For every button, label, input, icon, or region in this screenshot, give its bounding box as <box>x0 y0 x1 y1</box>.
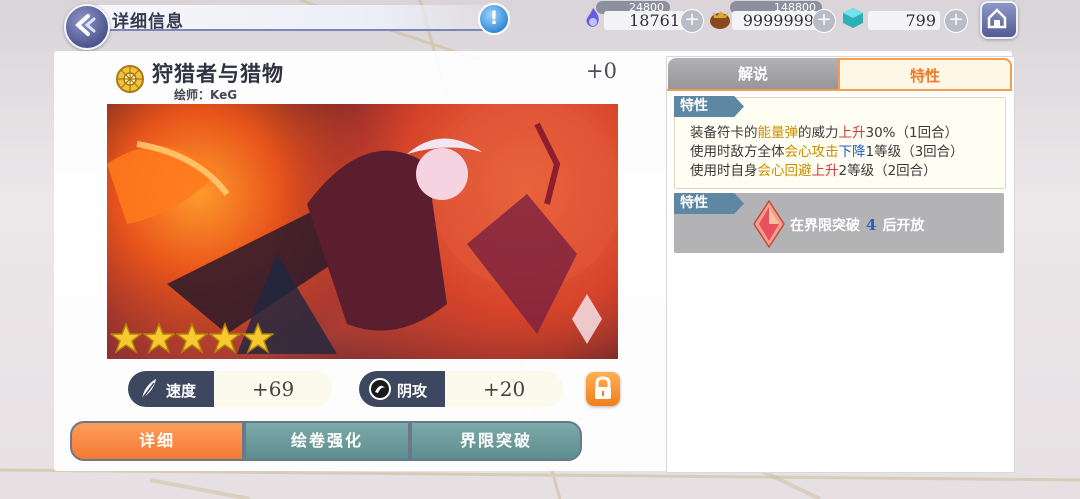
card-artwork <box>107 104 618 359</box>
spell-card-emblem-icon <box>116 65 144 93</box>
gem-cube-icon <box>843 8 863 28</box>
stat-yin-attack-value: +20 <box>483 377 526 401</box>
home-icon <box>987 8 1007 29</box>
money-value: 9999999 <box>732 11 818 30</box>
trait-tag: 特性 <box>674 96 744 117</box>
card-level: +0 <box>586 59 617 83</box>
locked-trait-text: 在界限突破 4 后开放 <box>790 216 925 234</box>
lock-icon <box>595 376 611 399</box>
trait-line-1: 装备符卡的能量弹的威力上升30%（1回合） <box>690 125 959 141</box>
star-icon <box>143 322 175 354</box>
home-button[interactable] <box>980 1 1018 39</box>
trait-description: 装备符卡的能量弹的威力上升30%（1回合） 使用时敌方全体会心攻击下降1等级（3… <box>690 124 964 181</box>
top-bar: 详细信息 ! 24800 18761 + 148800 9999999 + 79… <box>0 0 1080 50</box>
trait-line-2: 使用时敌方全体会心攻击下降1等级（3回合） <box>690 144 964 160</box>
card-tab-bar: 详细 绘卷强化 界限突破 <box>70 421 582 461</box>
stat-yin-attack-label: 阴攻 <box>397 382 428 400</box>
card-artist: 绘师：KeG <box>174 88 238 102</box>
star-icon <box>242 322 274 354</box>
add-stamina-button[interactable]: + <box>680 9 704 33</box>
card-name: 狩猎者与猎物 <box>152 62 284 86</box>
back-arrow-icon <box>75 14 96 36</box>
yin-attack-icon <box>369 378 391 400</box>
locked-trait-tag: 特性 <box>674 193 744 214</box>
breakthrough-crystal-icon <box>753 199 785 249</box>
stat-speed-value: +69 <box>252 377 295 401</box>
title-bar: 详细信息 <box>96 5 501 32</box>
tab-description[interactable]: 解说 <box>668 58 838 90</box>
tab-breakthrough[interactable]: 界限突破 <box>410 421 582 461</box>
page-title: 详细信息 <box>112 12 184 32</box>
add-money-button[interactable]: + <box>812 9 836 33</box>
trait-line-3: 使用时自身会心回避上升2等级（2回合） <box>690 163 937 179</box>
money-bag-icon <box>710 11 730 29</box>
info-icon[interactable]: ! <box>478 3 510 35</box>
stat-speed: 速度 +69 <box>128 371 332 407</box>
add-gem-button[interactable]: + <box>944 9 968 33</box>
back-button[interactable] <box>64 4 110 50</box>
lock-button[interactable] <box>586 372 620 406</box>
stamina-resource: 24800 18761 + <box>582 0 704 40</box>
feather-icon <box>141 379 156 400</box>
star-icon <box>209 322 241 354</box>
tab-underline <box>667 89 1012 91</box>
rarity-stars <box>110 322 274 356</box>
gem-resource: 799 + <box>840 0 970 40</box>
stat-yin-attack: 阴攻 +20 <box>359 371 563 407</box>
tab-detail[interactable]: 详细 <box>70 421 244 461</box>
tab-traits[interactable]: 特性 <box>838 58 1012 90</box>
stat-speed-label: 速度 <box>166 382 197 400</box>
card-artwork-illustration <box>107 104 618 354</box>
stamina-value: 18761 <box>604 11 684 30</box>
tab-enhance[interactable]: 绘卷强化 <box>244 421 410 461</box>
star-icon <box>110 322 142 354</box>
gem-value: 799 <box>868 11 940 30</box>
money-resource: 148800 9999999 + <box>706 0 836 40</box>
star-icon <box>176 322 208 354</box>
